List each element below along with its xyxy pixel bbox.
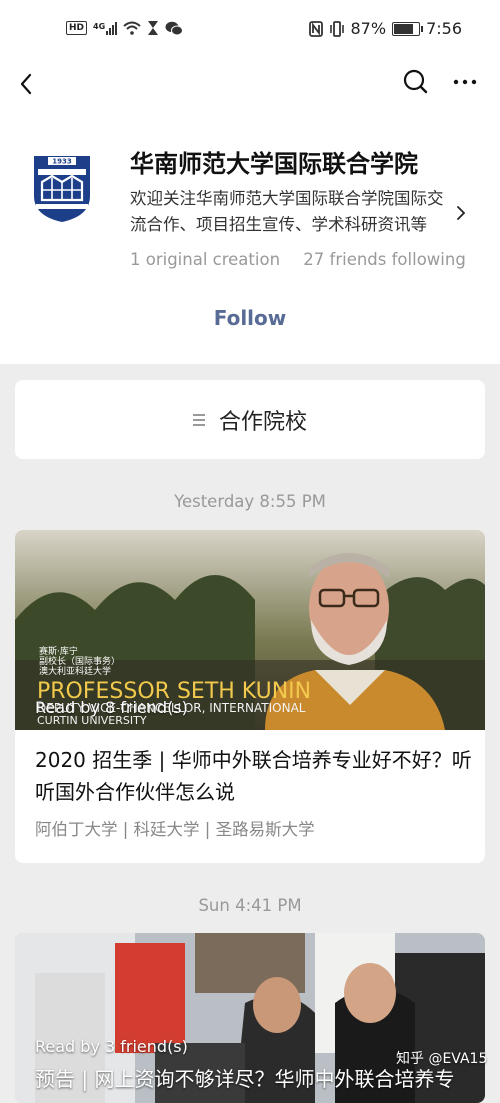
hd-badge: HD	[66, 21, 88, 35]
menu-icon	[192, 413, 207, 427]
caption-cn-1: 赛斯·库宁	[39, 645, 78, 657]
status-right: 87% 7:56	[308, 19, 462, 38]
article-card[interactable]: Read by 3 friend(s) 预告 | 网上资询不够详尽？华师中外联合…	[15, 933, 485, 1103]
logo-year: 1933	[52, 158, 72, 166]
read-by-label: Read by 3 friend(s)	[35, 1037, 188, 1056]
article-card[interactable]: 赛斯·库宁 副校长（国际事务） 澳大利亚科廷大学 PROFESSOR SETH …	[15, 530, 485, 863]
search-icon	[403, 69, 428, 94]
follow-button[interactable]: Follow	[200, 302, 300, 334]
account-stats: 1 original creation 27 friends following	[130, 250, 466, 269]
article-time: Sun 4:41 PM	[198, 896, 302, 915]
article-thumbnail[interactable]: Read by 3 friend(s) 预告 | 网上资询不够详尽？华师中外联合…	[15, 933, 485, 1103]
wifi-icon	[123, 21, 141, 35]
menu-card[interactable]: 合作院校	[15, 380, 485, 459]
account-profile: 1933 华南师范大学国际联合学院 欢迎关注华南师范大学国际联合学院国际交流合作…	[0, 112, 500, 364]
account-description[interactable]: 欢迎关注华南师范大学国际联合学院国际交流合作、项目招生宣传、学术科研资讯等	[130, 186, 450, 238]
battery-icon	[392, 21, 424, 36]
caption-cn-3: 澳大利亚科廷大学	[39, 665, 111, 677]
article-subtitle: 阿伯丁大学 | 科廷大学 | 圣路易斯大学	[35, 820, 315, 839]
more-icon	[453, 79, 477, 85]
back-button[interactable]	[12, 66, 48, 102]
article-title[interactable]: 预告 | 网上资询不够详尽？华师中外联合培养专	[35, 1063, 454, 1092]
signal-4g-label: 4G	[93, 21, 106, 31]
account-name: 华南师范大学国际联合学院	[130, 150, 418, 178]
wechat-icon	[165, 21, 184, 35]
more-button[interactable]	[448, 64, 484, 100]
signal-icon: 4G	[93, 21, 118, 35]
battery-fill	[394, 23, 414, 34]
watermark: 知乎 @EVA15	[396, 1051, 488, 1067]
original-count[interactable]: 1 original creation	[130, 250, 280, 269]
battery-percent: 87%	[350, 19, 387, 38]
status-bar: HD 4G 87% 7:56	[0, 0, 500, 60]
status-time: 7:56	[426, 19, 462, 38]
article-title[interactable]: 2020 招生季 | 华师中外联合培养专业好不好？听听国外合作伙伴怎么说	[35, 744, 475, 808]
hourglass-icon	[148, 21, 159, 35]
nav-bar	[0, 60, 500, 112]
friends-following[interactable]: 27 friends following	[303, 250, 466, 269]
search-button[interactable]	[398, 64, 434, 100]
article-thumbnail[interactable]: 赛斯·库宁 副校长（国际事务） 澳大利亚科廷大学 PROFESSOR SETH …	[15, 530, 485, 730]
read-by-label: Read by 8 friend(s)	[35, 698, 188, 717]
caption-cn-2: 副校长（国际事务）	[39, 655, 120, 667]
article-time: Yesterday 8:55 PM	[174, 492, 326, 511]
vibrate-icon	[329, 20, 344, 37]
nfc-icon	[308, 20, 323, 37]
university-logo: 1933	[34, 156, 90, 222]
chevron-right-icon[interactable]	[452, 204, 470, 222]
status-left: HD 4G	[66, 20, 184, 36]
menu-label: 合作院校	[218, 409, 307, 435]
chevron-left-icon	[20, 73, 32, 95]
